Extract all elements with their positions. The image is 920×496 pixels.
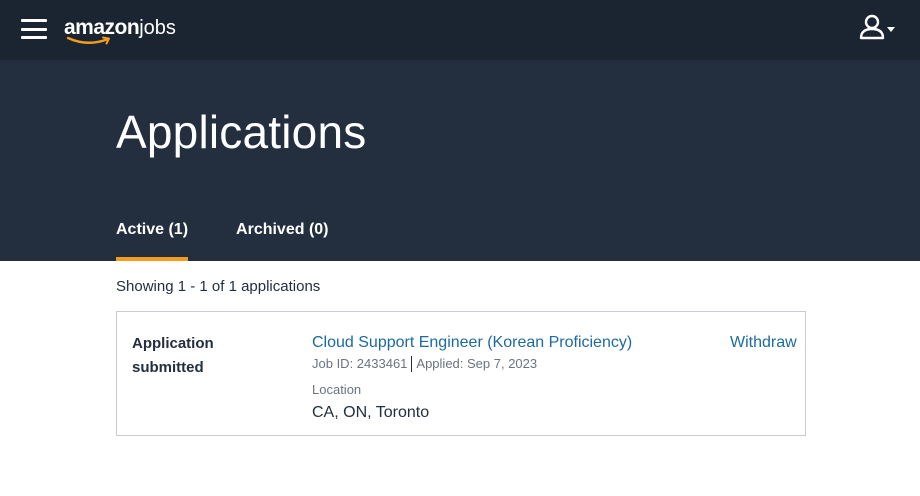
- user-account-menu[interactable]: [858, 14, 898, 42]
- application-details: Cloud Support Engineer (Korean Proficien…: [312, 332, 712, 424]
- page-title: Applications: [116, 106, 367, 158]
- applied-date: Applied: Sep 7, 2023: [416, 356, 538, 371]
- application-status: Application submitted: [132, 335, 214, 376]
- application-card: Application submitted Cloud Support Engi…: [116, 311, 806, 436]
- job-id: Job ID: 2433461: [312, 356, 408, 371]
- tab-active[interactable]: Active (1): [116, 213, 189, 261]
- job-meta: Job ID: 2433461 Applied: Sep 7, 2023: [312, 355, 712, 373]
- meta-divider: [411, 356, 413, 372]
- page-header: Applications Active (1) Archived (0): [0, 60, 920, 261]
- application-tabs: Active (1) Archived (0): [116, 213, 377, 261]
- tab-archived[interactable]: Archived (0): [236, 213, 328, 261]
- location-label: Location: [312, 382, 362, 397]
- amazon-jobs-logo[interactable]: amazon jobs: [64, 14, 176, 46]
- withdraw-link[interactable]: Withdraw: [730, 332, 797, 354]
- logo-suffix: jobs: [139, 17, 176, 39]
- hamburger-menu-icon[interactable]: [21, 17, 47, 41]
- results-count: Showing 1 - 1 of 1 applications: [116, 278, 321, 295]
- location-value: CA, ON, Toronto: [312, 404, 430, 421]
- job-title-link[interactable]: Cloud Support Engineer (Korean Proficien…: [312, 332, 712, 354]
- chevron-down-icon: [887, 27, 895, 32]
- top-navigation-bar: amazon jobs: [0, 0, 920, 60]
- smile-arrow-icon: [66, 36, 110, 45]
